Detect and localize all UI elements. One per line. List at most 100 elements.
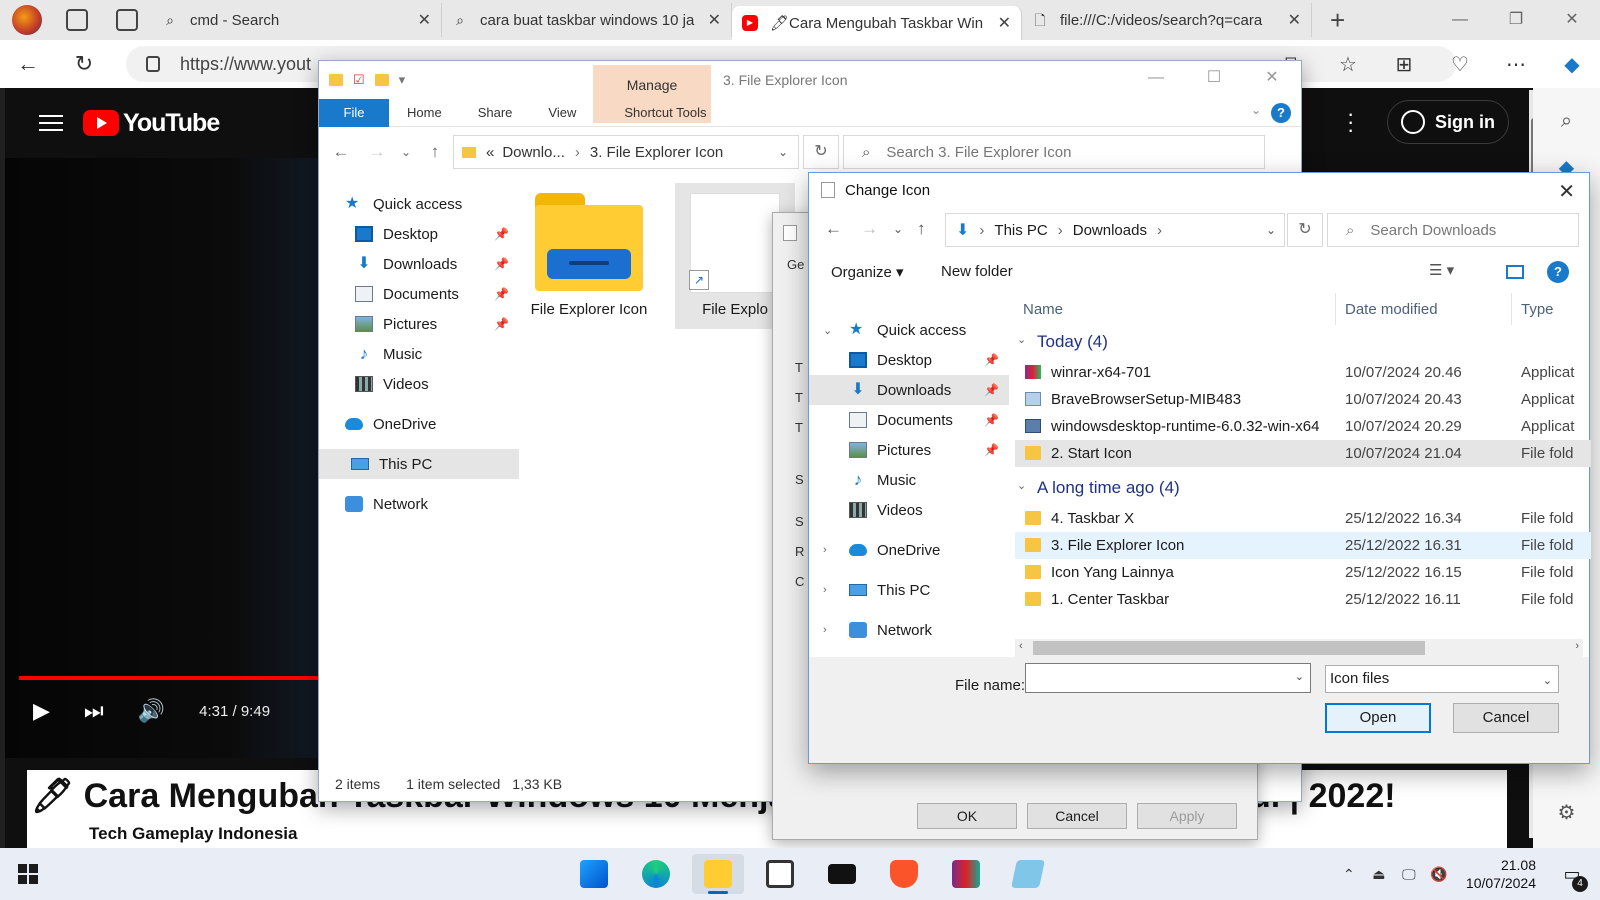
crumb-downloads[interactable]: Downloads (1073, 222, 1147, 239)
nav-downloads[interactable]: ⬇ Downloads 📌 (319, 249, 519, 279)
tab-actions-icon[interactable] (116, 9, 138, 31)
file-row-hovered[interactable]: 3. File Explorer Icon 25/12/2022 16.31 F… (1015, 532, 1591, 559)
taskbar-winrar[interactable] (940, 854, 992, 894)
scroll-right-icon[interactable]: › (1575, 640, 1579, 652)
browser-tab-0[interactable]: ⌕ cmd - Search ✕ (152, 3, 442, 37)
pin-icon[interactable]: 📌 (984, 353, 999, 367)
windows-start-icon[interactable] (18, 864, 38, 884)
chevron-down-icon[interactable]: ⌄ (778, 145, 788, 159)
search-icon[interactable]: ⌕ (1533, 110, 1600, 133)
notification-center-icon[interactable]: ▭ 4 (1552, 864, 1592, 892)
expand-icon[interactable]: › (823, 544, 839, 556)
tab-general[interactable]: Ge (787, 257, 804, 272)
view-options-icon[interactable]: ☰ ▾ (1429, 261, 1454, 279)
channel-name[interactable]: Tech Gameplay Indonesia (27, 824, 1507, 848)
maximize-icon[interactable]: ☐ (1185, 61, 1243, 95)
pin-icon[interactable]: 📌 (494, 227, 509, 241)
browser-essentials-icon[interactable]: ♡ (1432, 52, 1488, 77)
pin-icon[interactable]: 📌 (494, 317, 509, 331)
ribbon-tab-file[interactable]: File (319, 98, 389, 127)
up-icon[interactable]: ↑ (917, 219, 926, 239)
scroll-left-icon[interactable]: ‹ (1019, 640, 1023, 652)
close-icon[interactable]: ✕ (1544, 0, 1600, 40)
properties-check-icon[interactable]: ☑ (353, 72, 365, 88)
back-icon[interactable]: ← (323, 142, 359, 162)
refresh-icon[interactable]: ↻ (56, 51, 112, 77)
file-row[interactable]: Icon Yang Lainnya 25/12/2022 16.15 File … (1015, 559, 1591, 586)
taskbar-mail[interactable] (816, 854, 868, 894)
file-row[interactable]: windowsdesktop-runtime-6.0.32-win-x64 10… (1015, 413, 1591, 440)
help-icon[interactable]: ? (1547, 261, 1569, 283)
minimize-icon[interactable]: — (1432, 0, 1488, 40)
close-tab-icon[interactable]: ✕ (1288, 10, 1301, 30)
group-header-today[interactable]: ⌄ Today (4) (1015, 325, 1591, 359)
refresh-icon[interactable]: ↻ (803, 135, 839, 169)
settings-dots-icon[interactable]: · · · (1347, 103, 1354, 141)
qat-dropdown-icon[interactable]: ▾ (399, 72, 406, 88)
taskbar-start-app[interactable] (568, 854, 620, 894)
usb-icon[interactable]: ⏏ (1366, 866, 1392, 883)
expand-icon[interactable]: ⌄ (823, 324, 839, 337)
youtube-logo[interactable]: YouTube (83, 109, 220, 138)
new-tab-button[interactable]: + (1330, 5, 1345, 36)
refresh-icon[interactable]: ↻ (1287, 213, 1323, 247)
video-progress-bar[interactable] (19, 676, 325, 680)
nav-this-pc[interactable]: This PC (319, 449, 519, 479)
chevron-down-icon[interactable]: ⌄ (1295, 670, 1304, 683)
file-row[interactable]: BraveBrowserSetup-MIB483 10/07/2024 20.4… (1015, 386, 1591, 413)
pin-icon[interactable]: 📌 (494, 287, 509, 301)
nav-quick-access[interactable]: ⌄ ★ Quick access (809, 315, 1009, 345)
open-button[interactable]: Open (1325, 703, 1431, 733)
volume-icon[interactable]: 🔊 (138, 698, 165, 724)
new-folder-button[interactable]: New folder (941, 263, 1013, 280)
nav-desktop[interactable]: Desktop 📌 (809, 345, 1009, 375)
collapse-icon[interactable]: ⌄ (1017, 479, 1026, 492)
pin-icon[interactable]: 📌 (984, 413, 999, 427)
file-row[interactable]: 1. Center Taskbar 25/12/2022 16.11 File … (1015, 586, 1591, 613)
video-player[interactable]: ▶ ⏭ 🔊 4:31 / 9:49 (5, 158, 325, 758)
close-icon[interactable]: ✕ (1243, 61, 1301, 95)
browser-tab-2[interactable]: ▶ 🖊Cara Mengubah Taskbar Win ✕ (732, 6, 1022, 40)
expand-icon[interactable]: › (823, 584, 839, 596)
explorer-search-input[interactable]: ⌕ Search 3. File Explorer Icon (843, 135, 1265, 169)
pin-icon[interactable]: 📌 (984, 443, 999, 457)
dialog-breadcrumb[interactable]: ⬇ › This PC › Downloads › ⌄ (945, 213, 1285, 247)
ribbon-tab-share[interactable]: Share (460, 99, 531, 127)
nav-documents[interactable]: Documents 📌 (809, 405, 1009, 435)
close-tab-icon[interactable]: ✕ (998, 13, 1011, 33)
preview-pane-icon[interactable] (1506, 265, 1524, 279)
ribbon-tab-home[interactable]: Home (389, 99, 460, 127)
help-icon[interactable]: ? (1271, 103, 1291, 123)
favorites-icon[interactable]: ☆ (1320, 52, 1376, 77)
scroll-thumb[interactable] (1033, 641, 1425, 655)
explorer-breadcrumb[interactable]: « Downlo... › 3. File Explorer Icon ⌄ (453, 135, 799, 169)
copilot-icon[interactable]: ◆ (1544, 52, 1600, 77)
ribbon-tab-view[interactable]: View (530, 99, 594, 127)
collections-icon[interactable]: ⊞ (1376, 52, 1432, 77)
crumb-current[interactable]: 3. File Explorer Icon (590, 144, 723, 161)
nav-music[interactable]: ♪ Music (319, 339, 519, 369)
nav-pictures[interactable]: Pictures 📌 (809, 435, 1009, 465)
nav-network[interactable]: Network (319, 489, 519, 519)
organize-button[interactable]: Organize ▾ (831, 263, 904, 281)
horizontal-scrollbar[interactable]: ‹ › (1015, 639, 1583, 657)
nav-onedrive[interactable]: › OneDrive (809, 535, 1009, 565)
more-icon[interactable]: ⋯ (1488, 52, 1544, 77)
ribbon-tab-shortcut-tools[interactable]: Shortcut Tools (606, 99, 724, 127)
nav-this-pc[interactable]: › This PC (809, 575, 1009, 605)
nav-pictures[interactable]: Pictures 📌 (319, 309, 519, 339)
nav-desktop[interactable]: Desktop 📌 (319, 219, 519, 249)
nav-onedrive[interactable]: OneDrive (319, 409, 519, 439)
taskbar-clock[interactable]: 21.08 10/07/2024 (1466, 856, 1536, 892)
pin-icon[interactable]: 📌 (984, 383, 999, 397)
collapse-icon[interactable]: ⌄ (1017, 333, 1026, 346)
recent-dropdown-icon[interactable]: ⌄ (395, 145, 417, 159)
nav-documents[interactable]: Documents 📌 (319, 279, 519, 309)
crumb-this-pc[interactable]: This PC (994, 222, 1047, 239)
chevron-down-icon[interactable]: ⌄ (1266, 223, 1276, 237)
browser-tab-3[interactable]: 🗋 file:///C:/videos/search?q=cara ✕ (1022, 3, 1312, 37)
recent-dropdown-icon[interactable]: ⌄ (893, 222, 903, 236)
taskbar-edge[interactable] (630, 854, 682, 894)
file-row-selected[interactable]: 2. Start Icon 10/07/2024 21.04 File fold (1015, 440, 1591, 467)
group-header-long-ago[interactable]: ⌄ A long time ago (4) (1015, 471, 1591, 505)
